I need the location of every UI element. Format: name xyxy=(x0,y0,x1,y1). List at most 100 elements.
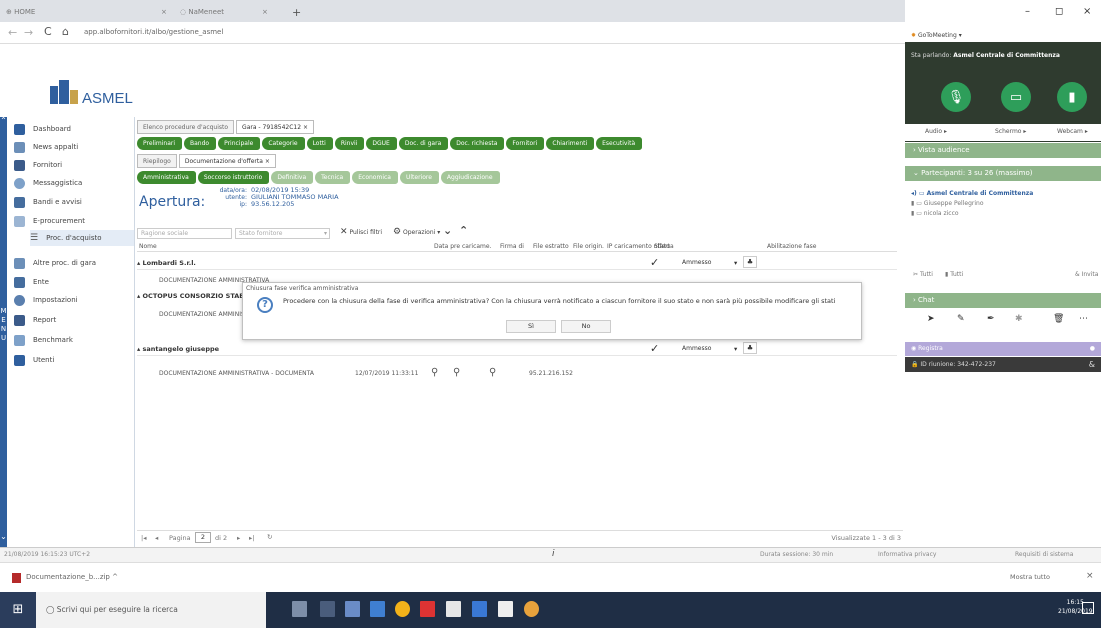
collapse-all-icon[interactable]: ⌄ xyxy=(443,224,452,237)
sidebar-item-report[interactable]: Report xyxy=(14,312,56,328)
audio-menu[interactable]: Audio ▸ xyxy=(925,128,947,135)
sidebar-item-impostazioni[interactable]: Impostazioni xyxy=(14,292,78,308)
operazioni-button[interactable]: ⚙ Operazioni ▾ xyxy=(393,227,440,237)
new-tab-button[interactable]: + xyxy=(292,5,301,20)
person-icon[interactable]: & xyxy=(1089,357,1095,372)
highlighter-icon[interactable]: ✒ xyxy=(987,314,995,324)
close-icon[interactable]: × xyxy=(262,5,268,20)
step-pill-doc-richiesta[interactable]: Doc. richiesta xyxy=(450,137,505,150)
participant-item[interactable]: ▮ ▭ Giuseppe Pellegrino xyxy=(911,199,1097,209)
app-blue-icon[interactable] xyxy=(472,601,487,617)
mail-icon[interactable] xyxy=(370,601,385,617)
sidebar-item-proc-acquisto[interactable]: ☰ Proc. d'acquisto xyxy=(30,230,134,246)
ragione-sociale-filter[interactable]: Ragione sociale xyxy=(137,228,232,239)
invita-button[interactable]: & Invita xyxy=(1075,271,1098,278)
step-pill-economica[interactable]: Economica xyxy=(352,171,398,184)
app-red-icon[interactable] xyxy=(420,601,435,617)
tab-gara[interactable]: Gara - 7918542C12 × xyxy=(236,120,314,134)
app-d-icon[interactable] xyxy=(446,601,461,617)
mic-icon[interactable] xyxy=(292,601,307,617)
pen-icon[interactable]: ✎ xyxy=(957,314,965,324)
tab-riepilogo[interactable]: Riepilogo xyxy=(137,154,177,168)
sidebar-item-bandi[interactable]: Bandi e avvisi xyxy=(14,194,82,210)
step-pill-lotti[interactable]: Lotti xyxy=(306,137,333,150)
step-pill-definitiva[interactable]: Definitiva xyxy=(271,171,314,184)
prev-page-icon[interactable]: ◂ xyxy=(155,534,158,542)
show-all-link[interactable]: Mostra tutto xyxy=(1010,573,1050,581)
pulisci-filtri-button[interactable]: ✕ Pulisci filtri xyxy=(340,227,382,237)
step-pill-ulteriore[interactable]: Ulteriore xyxy=(399,171,439,184)
search-icon[interactable]: ⚲ xyxy=(431,367,438,378)
step-pill-soccorso-istruttorio[interactable]: Soccorso istruttorio xyxy=(197,171,270,184)
sidebar-item-dashboard[interactable]: Dashboard xyxy=(14,121,71,137)
col-abilitazione[interactable]: Abilitazione fase xyxy=(767,243,816,250)
spotlight-icon[interactable]: ✱ xyxy=(1015,314,1023,324)
stato-select[interactable]: Ammesso xyxy=(682,256,711,270)
collapse-icon[interactable]: ⌃ xyxy=(0,116,7,128)
url-field[interactable]: app.albofornitori.it/albo/gestione_asmel xyxy=(84,28,223,36)
refresh-icon[interactable]: ↻ xyxy=(267,533,272,541)
gotomeeting-taskbar-icon[interactable] xyxy=(524,601,539,617)
search-icon[interactable]: ⚲ xyxy=(489,367,496,378)
tab-elenco[interactable]: Elenco procedure d'acquisto xyxy=(137,120,235,134)
stato-fornitore-filter[interactable]: Stato fornitore ▾ xyxy=(235,228,330,239)
meeting-app-name[interactable]: GoToMeeting xyxy=(918,32,957,39)
col-nome[interactable]: Nome xyxy=(139,243,157,250)
sidebar-item-fornitori[interactable]: Fornitori xyxy=(14,157,62,173)
sidebar-item-benchmark[interactable]: Benchmark xyxy=(14,332,73,348)
step-pill-categorie[interactable]: Categorie xyxy=(262,137,305,150)
privacy-link[interactable]: Informativa privacy xyxy=(878,551,936,558)
webcam-menu[interactable]: Webcam ▸ xyxy=(1057,128,1088,135)
page-input[interactable]: 2 xyxy=(195,532,211,543)
sidebar-item-messaggistica[interactable]: Messaggistica xyxy=(14,175,82,191)
next-page-icon[interactable]: ▸ xyxy=(237,534,240,542)
step-pill-bando[interactable]: Bando xyxy=(184,137,217,150)
requisiti-link[interactable]: Requisiti di sistema xyxy=(1015,551,1073,558)
step-pill-esecutivit-[interactable]: Esecutività xyxy=(596,137,643,150)
browser-tab-meeting[interactable]: ◌ NaMeneet × xyxy=(180,5,310,20)
audience-section[interactable]: › Vista audience xyxy=(905,143,1101,158)
step-pill-aggiudicazione[interactable]: Aggiudicazione xyxy=(440,171,500,184)
first-page-icon[interactable]: |◂ xyxy=(141,534,146,542)
explorer-icon[interactable] xyxy=(345,601,360,617)
tutti-filter-2[interactable]: ▮ Tutti xyxy=(945,271,963,278)
step-pill-rinvii[interactable]: Rinvii xyxy=(334,137,365,150)
chevron-down-icon[interactable]: ▾ xyxy=(734,342,737,356)
close-icon[interactable]: × xyxy=(265,158,270,165)
close-icon[interactable]: × xyxy=(1083,6,1091,17)
record-bar[interactable]: ◉ Registra ● xyxy=(905,342,1101,356)
windows-start-icon[interactable]: ⊞ xyxy=(0,592,36,628)
step-pill-amministrativa[interactable]: Amministrativa xyxy=(137,171,196,184)
step-pill-tecnica[interactable]: Tecnica xyxy=(315,171,351,184)
expand-all-icon[interactable]: ⌃ xyxy=(459,224,468,237)
tutti-filter[interactable]: ✂ Tutti xyxy=(913,271,933,278)
participant-item[interactable]: ◂) ▭ Asmel Centrale di Committenza xyxy=(911,189,1097,199)
step-pill-preliminari[interactable]: Preliminari xyxy=(137,137,182,150)
sidebar-item-eprocurement[interactable]: E-procurement xyxy=(14,213,85,229)
sidebar-item-news[interactable]: News appalti xyxy=(14,139,78,155)
step-pill-doc-di-gara[interactable]: Doc. di gara xyxy=(398,137,449,150)
sidebar-item-ente[interactable]: Ente xyxy=(14,274,49,290)
schermo-menu[interactable]: Schermo ▸ xyxy=(995,128,1026,135)
info-icon[interactable]: i xyxy=(552,549,555,559)
sidebar-item-utenti[interactable]: Utenti xyxy=(14,352,54,368)
doc-link[interactable]: DOCUMENTAZIONE AMMINISTRATIVA - DOCUMENT… xyxy=(159,370,314,377)
task-view-icon[interactable] xyxy=(320,601,335,617)
expand-icon[interactable]: ⌄ xyxy=(0,532,7,541)
col-file-origin[interactable]: File origin. xyxy=(573,243,604,250)
chevron-down-icon[interactable]: ▾ xyxy=(734,256,737,270)
minimize-icon[interactable]: – xyxy=(1025,6,1030,17)
search-icon[interactable]: ⚲ xyxy=(453,367,460,378)
table-row[interactable]: ▴ Lombardi S.r.l. ✓ Ammesso ▾ ♣ xyxy=(137,256,897,270)
download-item[interactable]: Documentazione_b...zip ^ xyxy=(26,573,118,581)
screen-button[interactable]: ▭ xyxy=(1001,82,1031,112)
taskbar-search[interactable]: ◯ Scrivi qui per eseguire la ricerca xyxy=(36,592,266,628)
reload-icon[interactable]: C xyxy=(44,25,52,38)
close-icon[interactable]: × xyxy=(161,5,167,20)
menu-strip[interactable]: ⌃ MENU ⌄ xyxy=(0,116,7,547)
chrome-icon[interactable] xyxy=(395,601,410,617)
participant-item[interactable]: ▮ ▭ nicola zicco xyxy=(911,209,1097,219)
col-file-estratto[interactable]: File estratto xyxy=(533,243,569,250)
pointer-icon[interactable]: ➤ xyxy=(927,314,935,324)
last-page-icon[interactable]: ▸| xyxy=(249,534,254,542)
